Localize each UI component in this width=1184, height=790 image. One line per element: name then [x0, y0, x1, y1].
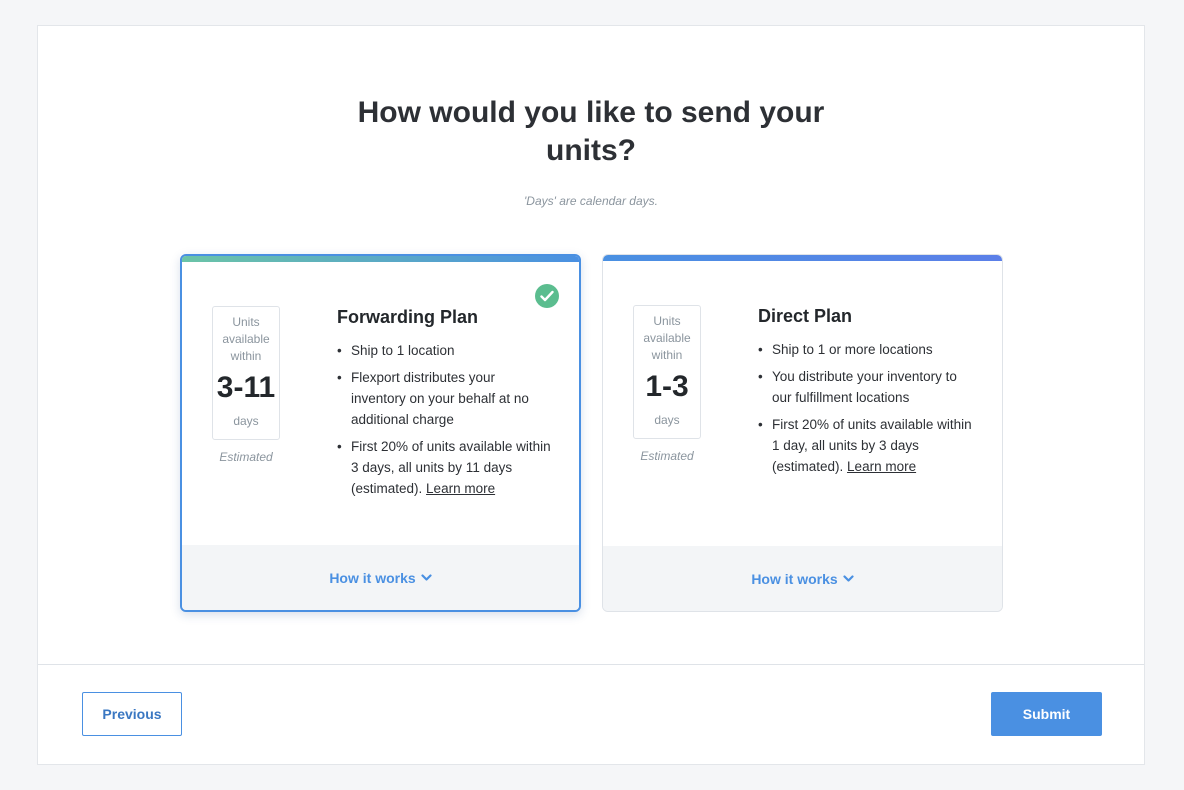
card-accent-bar [182, 256, 579, 262]
forwarding-plan-card[interactable]: Units available within 3-11 days Estimat… [180, 254, 581, 612]
availability-unit: days [654, 413, 680, 427]
availability-box: Units available within 1-3 days [633, 305, 701, 439]
plan-feature: First 20% of units available within 1 da… [758, 414, 973, 477]
availability-box: Units available within 3-11 days [212, 306, 280, 440]
estimated-label: Estimated [640, 449, 694, 463]
submit-button[interactable]: Submit [991, 692, 1102, 736]
plan-title: Forwarding Plan [337, 307, 479, 327]
check-circle-icon [535, 284, 559, 308]
previous-button[interactable]: Previous [82, 692, 182, 736]
calendar-days-note: 'Days' are calendar days. [524, 194, 658, 208]
how-it-works-label: How it works [329, 569, 416, 586]
plan-title: Direct Plan [758, 306, 853, 326]
footer-divider [38, 664, 1144, 665]
availability-unit: days [233, 414, 259, 428]
how-it-works-toggle[interactable]: How it works [329, 569, 432, 586]
learn-more-link[interactable]: Learn more [847, 459, 916, 474]
how-it-works-toggle[interactable]: How it works [751, 570, 854, 587]
card-footer: How it works [182, 545, 579, 610]
page-title: How would you like to send your units? [357, 96, 825, 167]
estimated-label: Estimated [219, 450, 273, 464]
how-it-works-label: How it works [751, 570, 838, 587]
plan-features: Ship to 1 location Flexport distributes … [337, 340, 552, 505]
plan-feature: Flexport distributes your inventory on y… [337, 367, 552, 430]
availability-days: 3-11 [216, 371, 276, 404]
chevron-down-icon [843, 574, 854, 582]
availability-label: Units available within [643, 314, 691, 362]
availability-days: 1-3 [645, 370, 689, 403]
learn-more-link[interactable]: Learn more [426, 481, 495, 496]
card-accent-bar [603, 255, 1002, 261]
plan-feature: Ship to 1 or more locations [758, 339, 973, 360]
plan-features: Ship to 1 or more locations You distribu… [758, 339, 973, 483]
shipping-plan-panel: How would you like to send your units? '… [37, 25, 1145, 765]
plan-feature: First 20% of units available within 3 da… [337, 436, 552, 499]
direct-plan-card[interactable]: Units available within 1-3 days Estimate… [602, 254, 1003, 612]
chevron-down-icon [421, 573, 432, 581]
card-footer: How it works [603, 546, 1002, 611]
availability-label: Units available within [222, 315, 270, 363]
plan-feature: You distribute your inventory to our ful… [758, 366, 973, 408]
plan-feature: Ship to 1 location [337, 340, 552, 361]
